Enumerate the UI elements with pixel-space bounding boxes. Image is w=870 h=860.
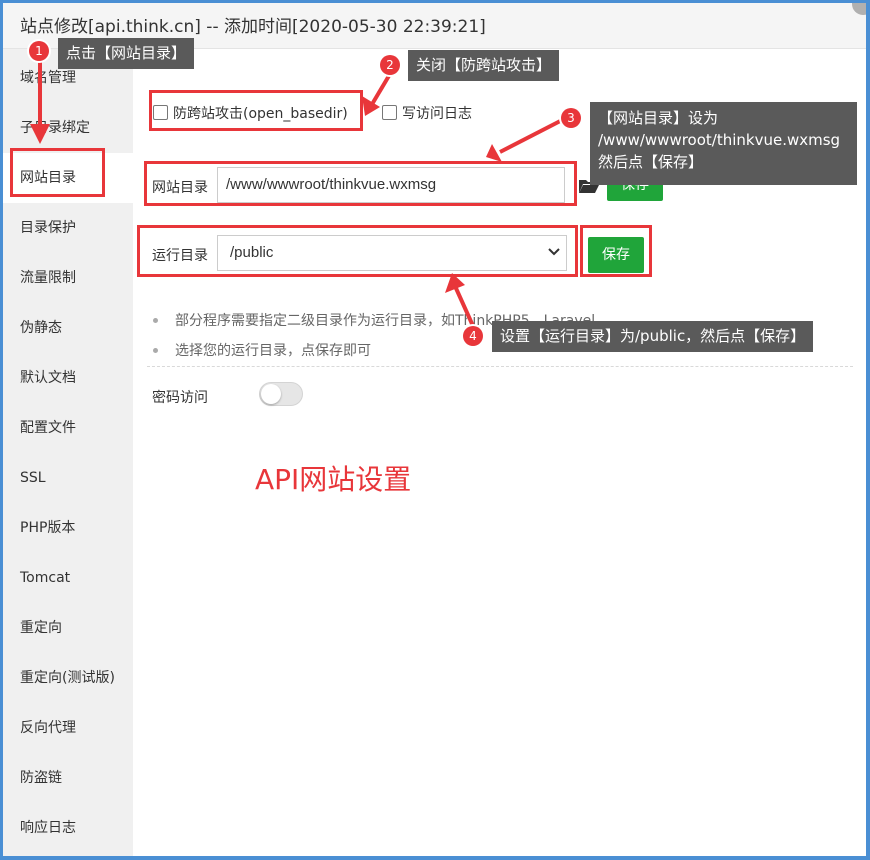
step-4-tip: 设置【运行目录】为/public，然后点【保存】 (492, 321, 814, 352)
step-1-badge: 1 (29, 41, 49, 61)
step-3-tip: 【网站目录】设为 /www/wwwroot/thinkvue.wxmsg 然后点… (590, 102, 857, 185)
step-4-badge: 4 (463, 326, 483, 346)
step-1-tip: 点击【网站目录】 (58, 38, 195, 69)
step-2-tip: 关闭【防跨站攻击】 (408, 50, 560, 81)
step-3-badge: 3 (561, 108, 581, 128)
step-3-tip-line: 【网站目录】设为 (598, 109, 719, 127)
step-2-badge: 2 (380, 55, 400, 75)
step-3-tip-line: /www/wwwroot/thinkvue.wxmsg (598, 131, 841, 149)
annotation-caption: API网站设置 (255, 463, 412, 496)
step-3-tip-line: 然后点【保存】 (598, 153, 704, 171)
